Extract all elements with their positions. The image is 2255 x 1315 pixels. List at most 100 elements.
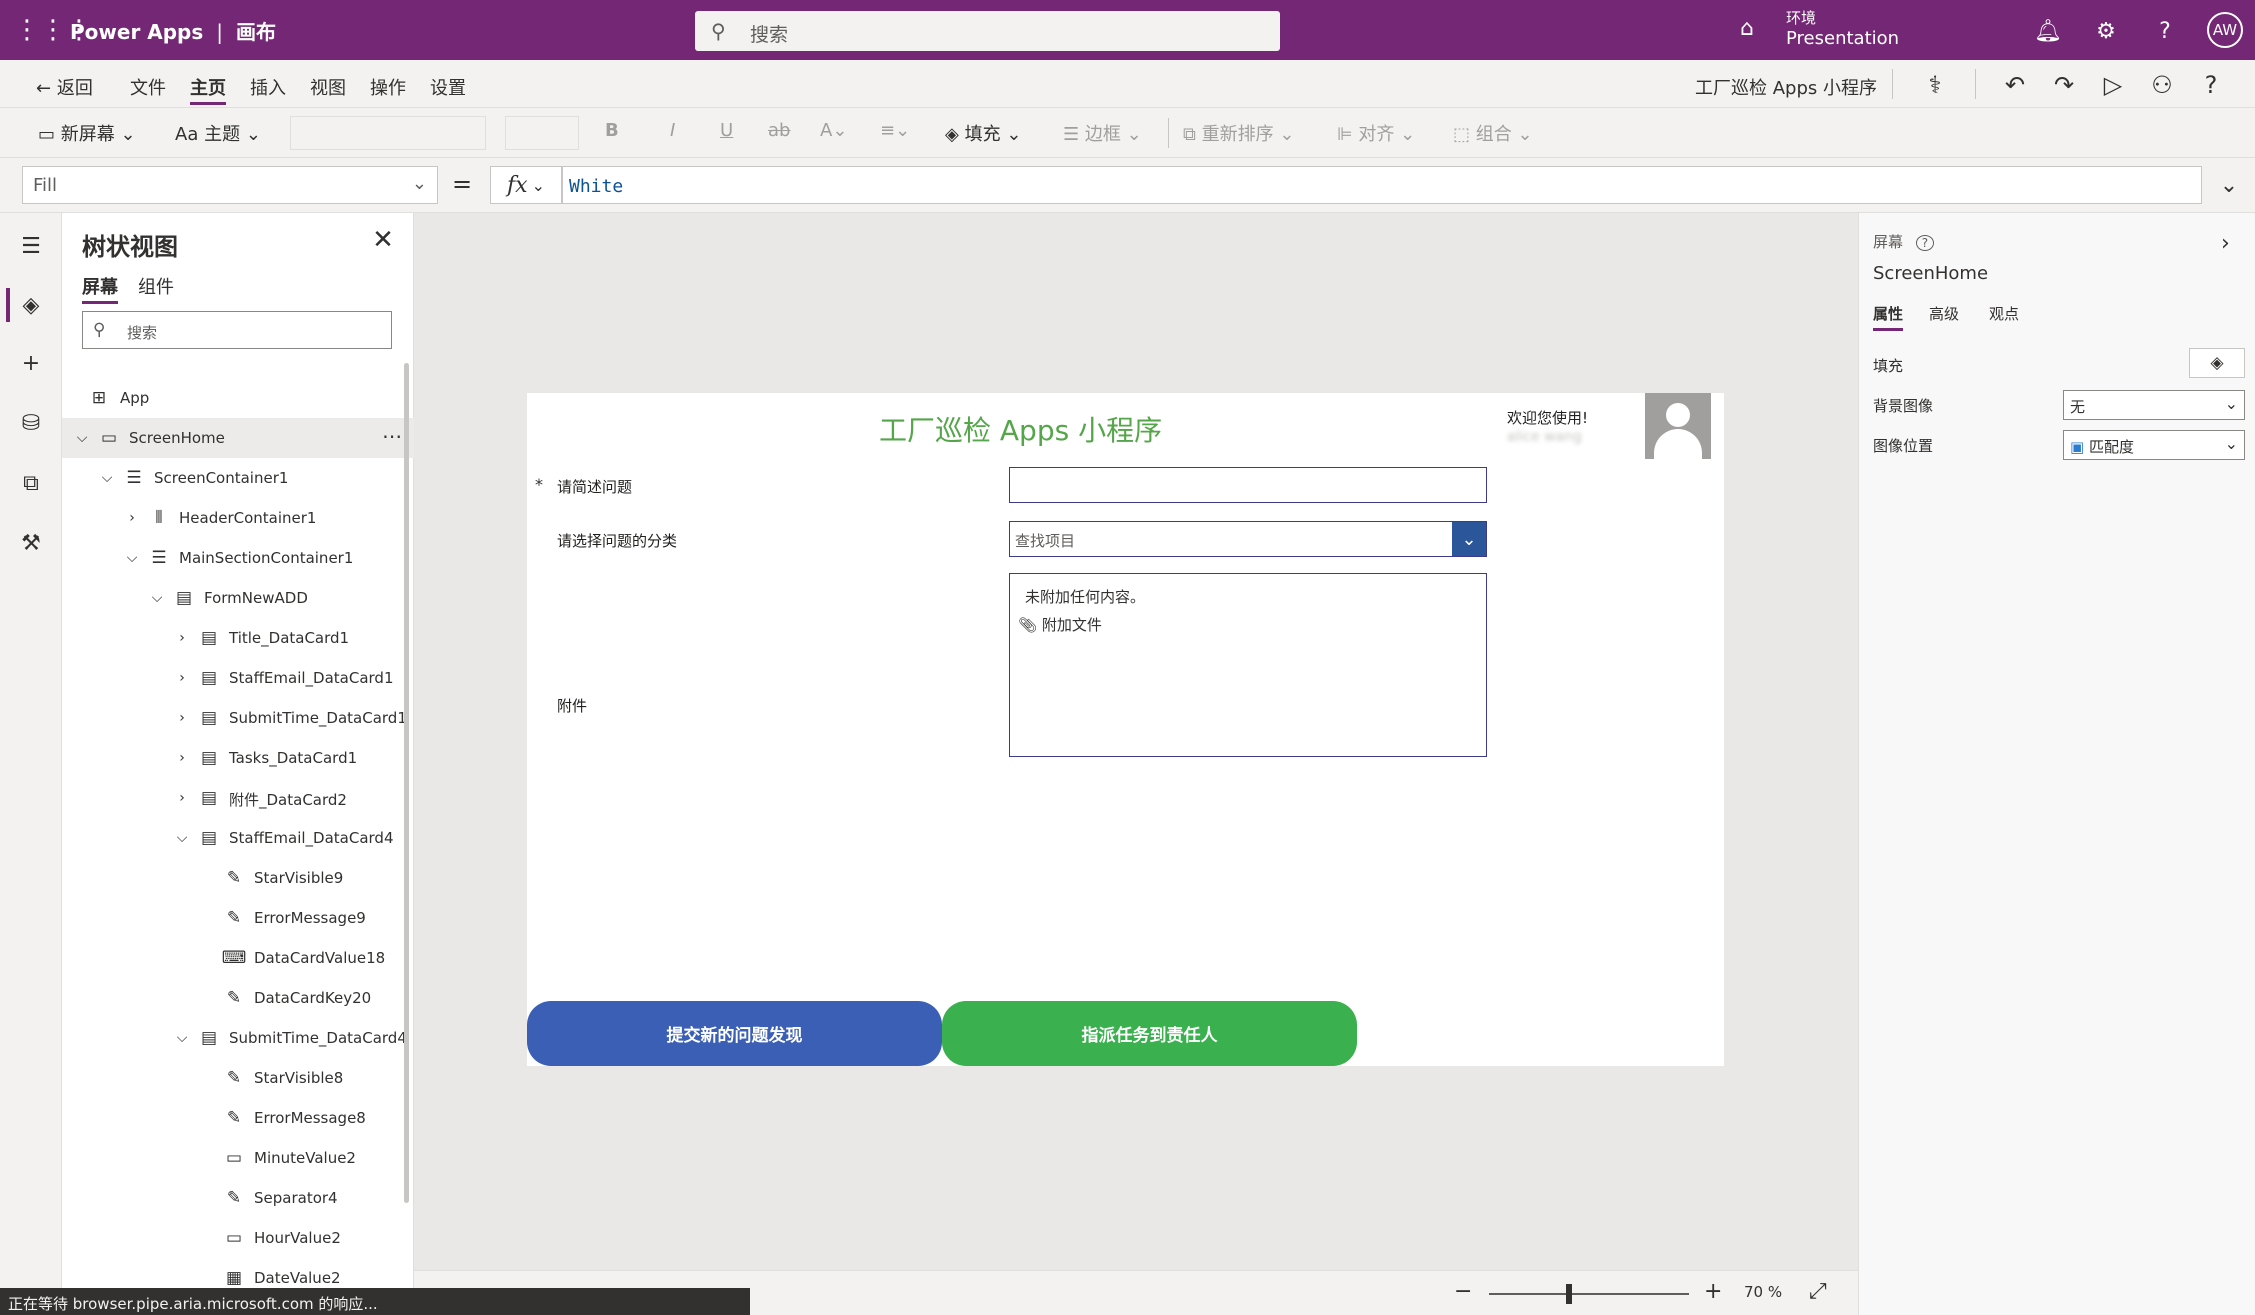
chevron-right-icon[interactable]: › <box>174 748 190 768</box>
menu-file[interactable]: 文件 <box>130 74 166 100</box>
tab-advanced[interactable]: 高级 <box>1929 303 1959 324</box>
fill-color-picker[interactable]: ◈ <box>2189 348 2245 378</box>
theme-button[interactable]: Aa 主题 ⌄ <box>175 120 261 146</box>
chevron-down-icon[interactable]: ⌵ <box>74 428 90 448</box>
property-dropdown[interactable]: Fill ⌄ <box>22 166 438 204</box>
border-button[interactable]: ☰ 边框 ⌄ <box>1063 120 1142 146</box>
tree-view-layers-icon[interactable]: ◈ <box>14 288 48 322</box>
tab-properties[interactable]: 属性 <box>1873 303 1904 331</box>
environment-picker[interactable]: ⌂ 环境 Presentation <box>1740 6 1900 54</box>
tree-item[interactable]: ⌵ ▭ ScreenHome ⋯ <box>62 418 414 458</box>
hamburger-menu-icon[interactable]: ☰ <box>14 229 48 263</box>
data-database-icon[interactable]: ⛁ <box>14 406 48 440</box>
tree-item[interactable]: ⌵ ▤ StaffEmail_DataCard4 <box>62 818 414 858</box>
chevron-right-icon[interactable]: › <box>174 628 190 648</box>
font-color-icon[interactable]: A⌄ <box>820 120 847 141</box>
chevron-down-icon[interactable]: ⌵ <box>124 548 140 568</box>
insert-plus-icon[interactable]: + <box>14 346 48 380</box>
play-preview-icon[interactable]: ▷ <box>2096 68 2130 102</box>
tree-item[interactable]: ▭ MinuteValue2 <box>62 1138 414 1178</box>
tree-item[interactable]: › ▤ Title_DataCard1 <box>62 618 414 658</box>
formula-input[interactable]: White <box>562 166 2202 204</box>
chevron-down-icon[interactable]: ⌵ <box>99 468 115 488</box>
fit-to-window-icon[interactable]: ⤢ <box>1809 1279 1827 1304</box>
attach-file-link[interactable]: 📎︎ 附加文件 <box>1018 614 1102 635</box>
tree-item[interactable]: ⊞ App <box>62 378 414 418</box>
align-button[interactable]: ⊫ 对齐 ⌄ <box>1337 120 1415 146</box>
bold-icon[interactable]: B <box>605 120 619 141</box>
tree-item[interactable]: ⌵ ▤ FormNewADD <box>62 578 414 618</box>
new-screen-button[interactable]: ▭ 新屏幕 ⌄ <box>38 120 136 146</box>
user-avatar[interactable]: AW <box>2207 12 2243 48</box>
tree-item[interactable]: ✎ ErrorMessage9 <box>62 898 414 938</box>
tree-scrollbar[interactable] <box>404 363 409 1203</box>
tree-item[interactable]: ✎ StarVisible8 <box>62 1058 414 1098</box>
issue-text-input[interactable] <box>1009 467 1487 503</box>
group-button[interactable]: ⬚ 组合 ⌄ <box>1453 120 1533 146</box>
tree-item[interactable]: ✎ DataCardKey20 <box>62 978 414 1018</box>
zoom-slider[interactable] <box>1489 1293 1689 1295</box>
notification-bell-icon[interactable]: 🔔︎ <box>2031 14 2065 48</box>
collapse-chevron-icon[interactable]: › <box>2221 231 2230 256</box>
zoom-in-icon[interactable]: + <box>1704 1279 1722 1304</box>
font-size-dropdown[interactable] <box>505 116 579 150</box>
image-position-dropdown[interactable]: ▣ 匹配度 ⌄ <box>2063 430 2245 460</box>
italic-icon[interactable]: I <box>670 120 675 141</box>
help-icon[interactable]: ? <box>2194 68 2228 102</box>
tree-item[interactable]: ▭ HourValue2 <box>62 1218 414 1258</box>
strikethrough-icon[interactable]: ab <box>768 120 790 141</box>
underline-icon[interactable]: U <box>720 120 733 141</box>
tree-item[interactable]: ✎ ErrorMessage8 <box>62 1098 414 1138</box>
app-launcher-icon[interactable]: ⋮⋮⋮ <box>14 14 92 46</box>
back-button[interactable]: ← 返回 <box>36 74 93 100</box>
redo-icon[interactable]: ↷ <box>2047 68 2081 102</box>
tree-item[interactable]: ✎ StarVisible9 <box>62 858 414 898</box>
chevron-right-icon[interactable]: › <box>174 788 190 808</box>
chevron-down-icon[interactable]: ⌵ <box>174 1028 190 1048</box>
fill-button[interactable]: ◈ 填充 ⌄ <box>945 120 1021 146</box>
tree-item[interactable]: › ⫴ HeaderContainer1 <box>62 498 414 538</box>
tree-item[interactable]: ⌵ ▤ SubmitTime_DataCard4 <box>62 1018 414 1058</box>
app-screen-preview[interactable]: 工厂巡检 Apps 小程序 欢迎您使用! alice wang * 请简述问题 … <box>527 393 1724 1066</box>
tab-screens[interactable]: 屏幕 <box>82 273 118 304</box>
category-combobox[interactable]: 查找项目 ⌄ <box>1009 521 1487 557</box>
tree-item[interactable]: ✎ Separator4 <box>62 1178 414 1218</box>
tree-search-input[interactable]: ⚲ 搜索 <box>82 311 392 349</box>
tree-item[interactable]: › ▤ StaffEmail_DataCard1 <box>62 658 414 698</box>
function-button[interactable]: fx ⌄ <box>490 166 562 204</box>
media-icon[interactable]: ⧉ <box>14 466 48 500</box>
chevron-right-icon[interactable]: › <box>174 708 190 728</box>
chevron-down-icon[interactable]: ⌵ <box>149 588 165 608</box>
tree-item[interactable]: ⌨ DataCardValue18 <box>62 938 414 978</box>
background-image-dropdown[interactable]: 无 ⌄ <box>2063 390 2245 420</box>
tree-item[interactable]: › ▤ 附件_DataCard2 <box>62 778 414 818</box>
text-align-icon[interactable]: ≡⌄ <box>880 120 910 141</box>
menu-view[interactable]: 视图 <box>310 74 346 100</box>
attachment-control[interactable]: 未附加任何内容。 📎︎ 附加文件 <box>1009 573 1487 757</box>
settings-gear-icon[interactable]: ⚙ <box>2089 14 2123 48</box>
tree-item[interactable]: ⌵ ☰ ScreenContainer1 <box>62 458 414 498</box>
tab-ideas[interactable]: 观点 <box>1989 303 2019 324</box>
expand-formula-icon[interactable]: ⌄ <box>2212 168 2246 202</box>
menu-action[interactable]: 操作 <box>370 74 406 100</box>
tree-item[interactable]: ⌵ ☰ MainSectionContainer1 <box>62 538 414 578</box>
zoom-slider-thumb[interactable] <box>1566 1284 1572 1304</box>
share-user-icon[interactable]: ⚇ <box>2145 68 2179 102</box>
app-checker-icon[interactable]: ⚕ <box>1918 68 1952 102</box>
tree-item[interactable]: › ▤ Tasks_DataCard1 <box>62 738 414 778</box>
help-icon[interactable]: ? <box>2148 14 2182 48</box>
submit-issue-button[interactable]: 提交新的问题发现 <box>527 1001 942 1066</box>
tab-components[interactable]: 组件 <box>138 273 174 299</box>
close-icon[interactable]: ✕ <box>368 225 398 255</box>
tree-item[interactable]: › ▤ SubmitTime_DataCard1 <box>62 698 414 738</box>
chevron-down-icon[interactable]: ⌵ <box>174 828 190 848</box>
help-circle-icon[interactable]: ? <box>1915 235 1935 251</box>
global-search-input[interactable]: ⚲ 搜索 <box>695 11 1280 51</box>
zoom-out-icon[interactable]: − <box>1454 1279 1472 1304</box>
font-family-dropdown[interactable] <box>290 116 486 150</box>
menu-insert[interactable]: 插入 <box>250 74 286 100</box>
advanced-tools-icon[interactable]: ⚒ <box>14 526 48 560</box>
chevron-right-icon[interactable]: › <box>124 508 140 528</box>
chevron-down-icon[interactable]: ⌄ <box>1452 522 1486 556</box>
menu-home[interactable]: 主页 <box>190 74 226 105</box>
